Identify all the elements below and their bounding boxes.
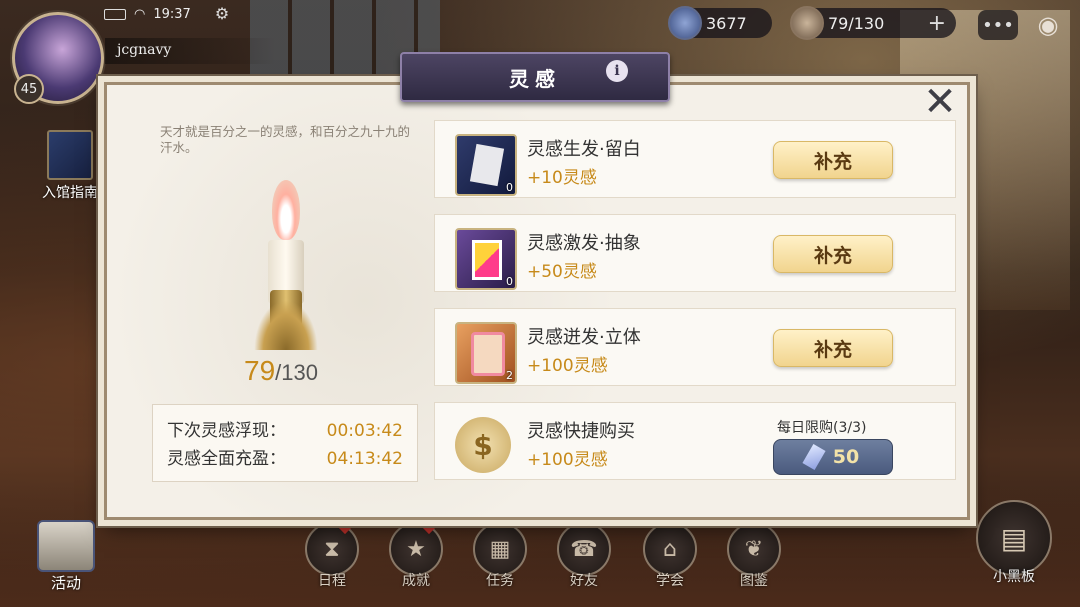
- item-quantity: 0: [506, 181, 513, 194]
- candle-icon: [790, 6, 824, 40]
- gem-currency[interactable]: 3677: [668, 6, 772, 40]
- item-row: 2 灵感迸发·立体 +100灵感 补充: [434, 308, 956, 386]
- nav-label: 日程: [318, 573, 346, 589]
- item-row: 0 灵感激发·抽象 +50灵感 补充: [434, 214, 956, 292]
- replenish-button[interactable]: 补充: [773, 329, 893, 367]
- battery-icon: [104, 8, 126, 20]
- timer-panel: 下次灵感浮现： 00:03:42 灵感全面充盈： 04:13:42: [152, 404, 418, 482]
- item-gain: +10灵感: [527, 168, 597, 188]
- blackboard-icon: ▤: [976, 500, 1052, 576]
- tree-icon: ❦: [727, 522, 781, 576]
- quick-buy-name: 灵感快捷购买: [527, 421, 635, 442]
- item-quantity: 2: [506, 369, 513, 382]
- player-level: 45: [14, 74, 44, 104]
- blank-canvas-icon: 0: [455, 134, 517, 196]
- quick-buy-row: $ 灵感快捷购买 +100灵感 每日限购(3/3) 50: [434, 402, 956, 480]
- inspiration-count: 79/130: [828, 13, 885, 33]
- inspiration-current: 79: [244, 355, 276, 386]
- item-gain: +100灵感: [527, 356, 608, 376]
- wifi-icon: ◠: [134, 6, 146, 22]
- activity-button[interactable]: 活动: [30, 520, 102, 602]
- gem-icon: [668, 6, 702, 40]
- full-refill-label: 灵感全面充盈：: [167, 449, 286, 469]
- gear-icon[interactable]: ⚙: [212, 4, 232, 24]
- next-refresh-row: 下次灵感浮现： 00:03:42: [167, 417, 403, 445]
- next-refresh-label: 下次灵感浮现：: [167, 421, 286, 441]
- item-name: 灵感激发·抽象: [527, 233, 641, 254]
- nav-label: 成就: [402, 573, 430, 589]
- telephone-icon: ☎: [557, 522, 611, 576]
- blackboard-label: 小黑板: [993, 569, 1035, 585]
- star-icon: ★: [389, 522, 443, 576]
- item-name: 灵感生发·留白: [527, 139, 641, 160]
- quick-buy-gain: +100灵感: [527, 450, 608, 470]
- abstract-painting-icon: 0: [455, 228, 517, 290]
- framed-portrait-icon: 2: [455, 322, 517, 384]
- candle-illustration: [250, 180, 320, 350]
- task-board-icon: ▦: [473, 522, 527, 576]
- nav-schedule[interactable]: ⧗ 日程: [302, 519, 362, 590]
- nav-label: 学会: [656, 573, 684, 589]
- chat-icon[interactable]: •••: [978, 10, 1018, 40]
- activity-icon: [37, 520, 95, 572]
- gem-count: 3677: [706, 13, 747, 33]
- candle-holder: [254, 300, 318, 350]
- replenish-button[interactable]: 补充: [773, 235, 893, 273]
- flame-icon: [272, 180, 300, 240]
- full-refill-row: 灵感全面充盈： 04:13:42: [167, 445, 403, 473]
- nav-label: 任务: [486, 573, 514, 589]
- item-row: 0 灵感生发·留白 +10灵感 补充: [434, 120, 956, 198]
- replenish-button[interactable]: 补充: [773, 141, 893, 179]
- nav-friends[interactable]: ☎ 好友: [554, 522, 614, 590]
- location-pin-icon[interactable]: ◉: [1030, 10, 1066, 40]
- inspiration-value: 79/130: [244, 355, 344, 387]
- add-icon[interactable]: +: [928, 11, 946, 36]
- item-gain: +50灵感: [527, 262, 597, 282]
- blackboard-button[interactable]: ▤ 小黑板: [972, 500, 1056, 586]
- nav-society[interactable]: ⌂ 学会: [640, 522, 700, 590]
- inspiration-quote: 天才就是百分之一的灵感，和百分之九十九的汗水。: [160, 124, 411, 155]
- guide-button[interactable]: 入馆指南: [34, 130, 106, 208]
- full-refill-timer: 04:13:42: [326, 449, 403, 469]
- clock: 19:37: [153, 6, 191, 22]
- book-icon: [47, 130, 93, 180]
- activity-label: 活动: [50, 574, 81, 592]
- quick-buy-button[interactable]: 50: [773, 439, 893, 475]
- nav-label: 图鉴: [740, 573, 768, 589]
- inspiration-max: /130: [275, 360, 318, 385]
- item-name: 灵感迸发·立体: [527, 327, 641, 348]
- nav-tasks[interactable]: ▦ 任务: [470, 522, 530, 590]
- next-refresh-timer: 00:03:42: [326, 421, 403, 441]
- nav-label: 好友: [570, 573, 598, 589]
- dialog-title: 灵感: [400, 52, 670, 102]
- close-icon[interactable]: ✕: [918, 80, 962, 124]
- gem-icon: [802, 443, 826, 471]
- nav-collection[interactable]: ❦ 图鉴: [724, 522, 784, 590]
- guide-label: 入馆指南: [42, 185, 98, 201]
- daily-limit: 每日限购(3/3): [777, 420, 867, 436]
- building-icon: ⌂: [643, 522, 697, 576]
- coin-icon: $: [455, 417, 511, 473]
- inspiration-currency[interactable]: 79/130 +: [790, 6, 956, 40]
- nav-achievements[interactable]: ★ 成就: [386, 519, 446, 590]
- info-icon[interactable]: i: [606, 60, 628, 82]
- item-quantity: 0: [506, 275, 513, 288]
- hourglass-icon: ⧗: [305, 522, 359, 576]
- quick-buy-price: 50: [832, 446, 860, 468]
- player-name: jcgnavy: [105, 38, 275, 64]
